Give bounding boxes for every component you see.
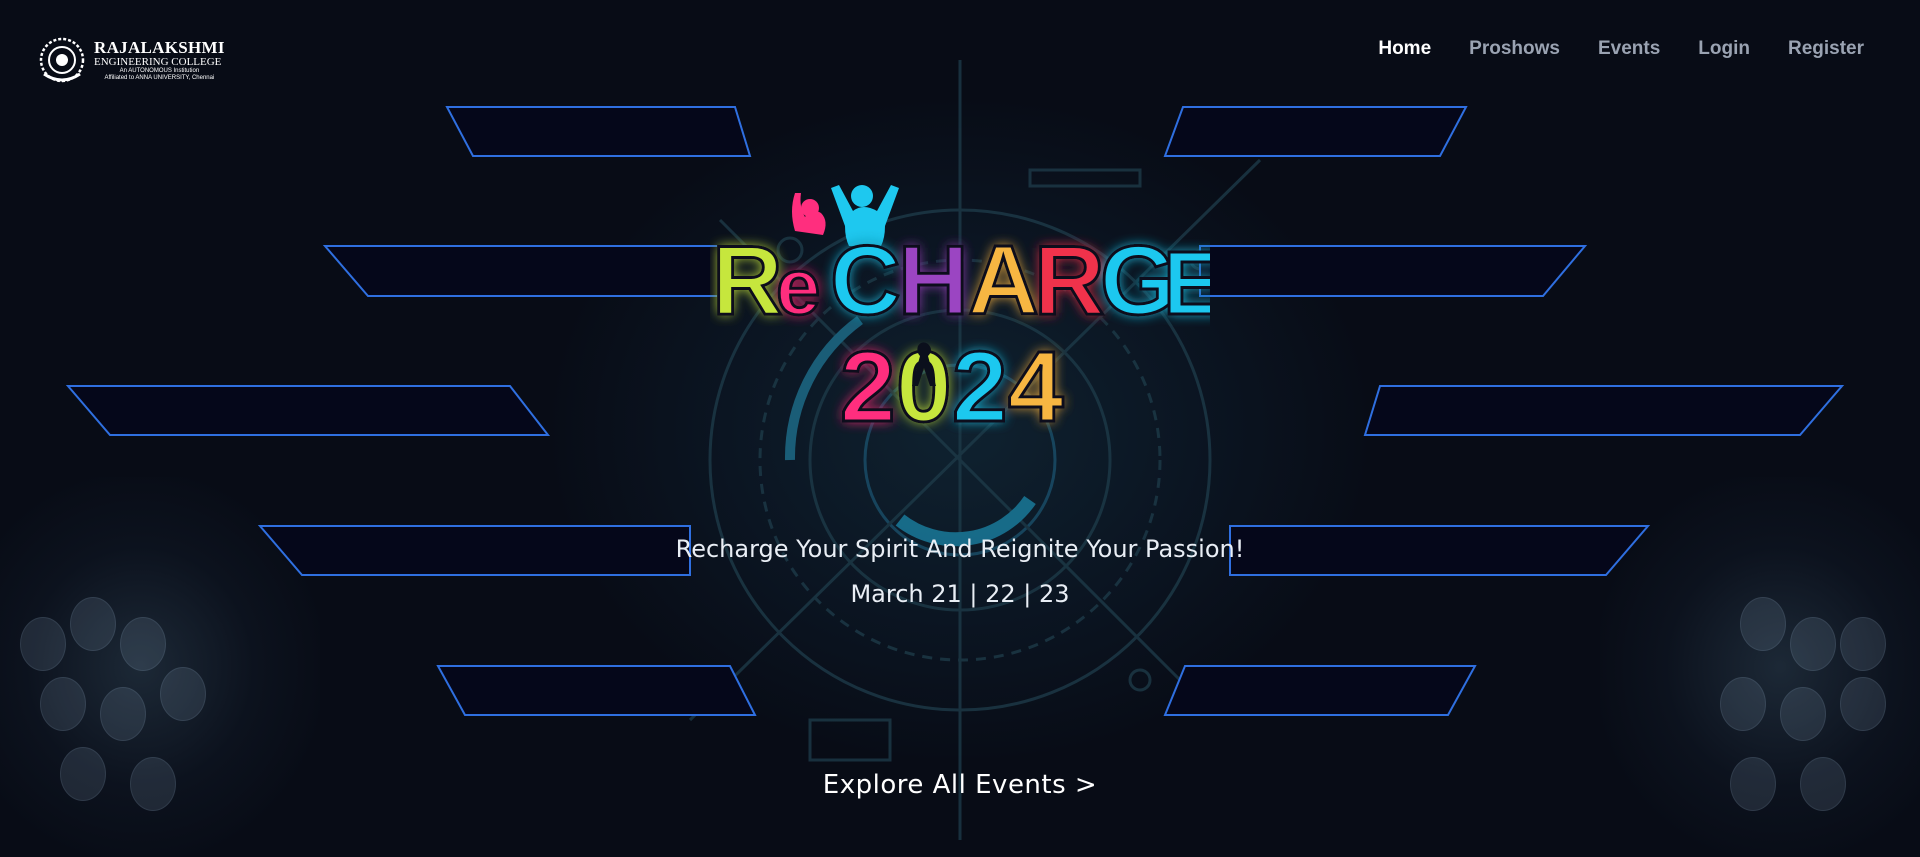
- svg-text:2: 2: [840, 331, 896, 436]
- svg-text:C: C: [830, 225, 901, 335]
- nav-home[interactable]: Home: [1378, 38, 1431, 60]
- svg-text:E: E: [1163, 234, 1210, 334]
- nav-login[interactable]: Login: [1698, 38, 1750, 60]
- svg-text:2: 2: [952, 331, 1008, 436]
- college-logo[interactable]: RAJALAKSHMI ENGINEERING COLLEGE An AUTON…: [38, 36, 225, 84]
- explore-events-link[interactable]: Explore All Events >: [823, 770, 1097, 800]
- main-nav: Home Proshows Events Login Register: [1378, 38, 1864, 60]
- svg-text:A: A: [968, 225, 1039, 335]
- slanted-bar: [1363, 385, 1845, 436]
- recharge-2024-logo: R e C H A R G E 2 0 2 4: [711, 185, 1210, 436]
- svg-text:H: H: [898, 225, 969, 335]
- slanted-bar: [1199, 245, 1588, 297]
- svg-text:4: 4: [1008, 331, 1064, 436]
- nav-proshows[interactable]: Proshows: [1469, 38, 1560, 60]
- slanted-bar: [1163, 665, 1477, 716]
- slanted-bar: [445, 106, 752, 157]
- slanted-bar: [436, 665, 757, 716]
- svg-text:R: R: [1034, 225, 1105, 335]
- slanted-bar: [322, 245, 721, 297]
- college-subtitle: ENGINEERING COLLEGE: [94, 55, 222, 68]
- college-name: RAJALAKSHMI: [94, 38, 225, 57]
- svg-text:R: R: [712, 225, 783, 335]
- slanted-bar: [65, 385, 551, 436]
- slanted-bar: [1163, 106, 1468, 157]
- hero-tagline: Recharge Your Spirit And Reignite Your P…: [675, 535, 1245, 563]
- nav-events[interactable]: Events: [1598, 38, 1660, 60]
- college-line-2: Affiliated to ANNA UNIVERSITY, Chennai: [104, 74, 215, 81]
- svg-text:e: e: [776, 242, 821, 331]
- event-dates: March 21 | 22 | 23: [850, 580, 1070, 608]
- nav-register[interactable]: Register: [1788, 38, 1864, 60]
- college-emblem-icon: [39, 37, 85, 83]
